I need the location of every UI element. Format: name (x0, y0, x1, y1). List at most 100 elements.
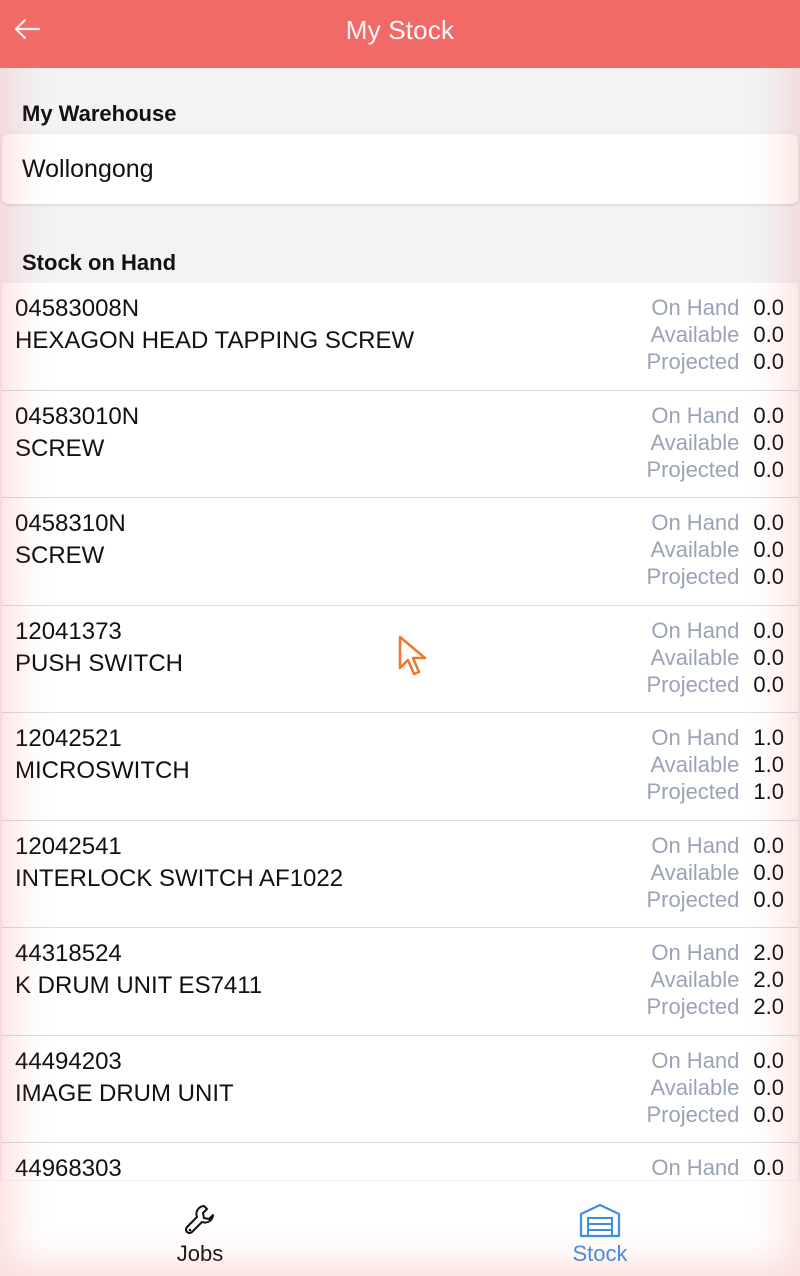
stock-row[interactable]: 12042541 INTERLOCK SWITCH AF1022 On Hand 0.… (2, 821, 798, 928)
item-code: 04583008N (15, 295, 140, 322)
stock-section-label: Stock on Hand (22, 250, 177, 275)
available-label: Available (650, 967, 740, 992)
projected-label: Projected (646, 1101, 740, 1127)
available-label: Available (650, 859, 740, 885)
available-label: Available (650, 429, 740, 455)
wrench-icon (184, 1205, 214, 1235)
projected-value: 2.0 (753, 994, 784, 1019)
stock-list[interactable]: 04583008N HEXAGON HEAD TAPPING SCREW On Ha… (2, 283, 798, 1180)
on-hand-label: On Hand (651, 402, 740, 428)
item-description: PUSH SWITCH (15, 649, 183, 677)
available-value: 2.0 (753, 967, 784, 992)
projected-label: Projected (646, 456, 740, 482)
projected-label: Projected (646, 994, 740, 1019)
available-value: 0.0 (753, 537, 784, 562)
item-code: 12041373 (15, 617, 122, 645)
tab-stock-label: Stock (572, 1241, 628, 1266)
item-stats: On Hand 0.0 Available 0.0 Projected 0.0 (646, 833, 784, 912)
on-hand-label: On Hand (651, 832, 740, 858)
warehouse-selector[interactable]: Wollongong (2, 134, 798, 204)
item-description: MICROSWITCH (15, 757, 190, 784)
projected-label: Projected (646, 671, 740, 697)
item-description: IMAGE DRUM UNIT (15, 1079, 234, 1107)
arrow-left-icon (14, 18, 41, 40)
available-value: 0.0 (753, 644, 784, 670)
item-description: SCREW (15, 542, 105, 569)
item-code: 44318524 (15, 940, 122, 967)
on-hand-value: 0.0 (753, 1047, 784, 1073)
available-value: 0.0 (753, 1074, 784, 1100)
back-button[interactable] (10, 12, 44, 46)
on-hand-label: On Hand (651, 940, 740, 965)
warehouse-icon (579, 1203, 621, 1238)
item-stats: On Hand 2.0 Available 2.0 Projected 2.0 (646, 940, 784, 1019)
stock-row[interactable]: 12042521 MICROSWITCH On Hand 1.0 Available 1.… (2, 713, 798, 821)
item-stats: On Hand 1.0 Available 1.0 Projected 1.0 (646, 725, 784, 804)
projected-value: 0.0 (753, 349, 784, 374)
on-hand-label: On Hand (651, 1155, 740, 1180)
stock-row[interactable]: 44494203 IMAGE DRUM UNIT On Hand 0.0 Availab… (2, 1036, 798, 1143)
on-hand-value: 2.0 (753, 940, 784, 965)
on-hand-value: 0.0 (753, 1155, 784, 1180)
item-code: 0458310N (15, 510, 126, 537)
item-stats: On Hand 0.0 Available 0.0 Projected 0.0 (646, 403, 784, 482)
stock-row[interactable]: 44968303 On Hand 0.0 (2, 1143, 798, 1180)
stock-row[interactable]: 0458310N SCREW On Hand 0.0 Available 0.0 Proje… (2, 498, 798, 606)
item-description: INTERLOCK SWITCH AF1022 (15, 864, 344, 892)
on-hand-label: On Hand (651, 617, 740, 643)
projected-value: 0.0 (753, 886, 784, 912)
projected-value: 1.0 (753, 779, 784, 804)
on-hand-label: On Hand (651, 725, 740, 750)
item-stats: On Hand 0.0 (651, 1155, 784, 1180)
stock-row[interactable]: 04583008N HEXAGON HEAD TAPPING SCREW On Ha… (2, 283, 798, 391)
item-code: 12042521 (15, 725, 122, 752)
available-value: 0.0 (753, 859, 784, 885)
available-value: 1.0 (753, 752, 784, 777)
tab-jobs[interactable]: Jobs (0, 1181, 400, 1276)
projected-label: Projected (646, 349, 740, 374)
projected-value: 0.0 (753, 1101, 784, 1127)
on-hand-value: 0.0 (753, 295, 784, 320)
available-label: Available (650, 752, 740, 777)
on-hand-value: 0.0 (753, 832, 784, 858)
item-description: HEXAGON HEAD TAPPING SCREW (15, 327, 415, 354)
on-hand-value: 1.0 (753, 725, 784, 750)
stock-row[interactable]: 44318524 K DRUM UNIT ES7411 On Hand 2.0 Avai… (2, 928, 798, 1036)
available-value: 0.0 (753, 429, 784, 455)
item-code: 04583010N (15, 402, 140, 430)
item-code: 44494203 (15, 1047, 122, 1075)
item-stats: On Hand 0.0 Available 0.0 Projected 0.0 (646, 510, 784, 589)
tab-stock[interactable]: Stock (400, 1181, 800, 1276)
available-label: Available (650, 1074, 740, 1100)
available-label: Available (650, 644, 740, 670)
item-description: K DRUM UNIT ES7411 (15, 972, 263, 999)
item-stats: On Hand 0.0 Available 0.0 Projected 0.0 (646, 1048, 784, 1127)
on-hand-value: 0.0 (753, 510, 784, 535)
projected-value: 0.0 (753, 456, 784, 482)
available-value: 0.0 (753, 322, 784, 347)
item-description: SCREW (15, 434, 105, 462)
on-hand-value: 0.0 (753, 617, 784, 643)
item-stats: On Hand 0.0 Available 0.0 Projected 0.0 (646, 618, 784, 697)
projected-value: 0.0 (753, 671, 784, 697)
tab-jobs-label: Jobs (176, 1241, 224, 1266)
projected-label: Projected (646, 886, 740, 912)
projected-label: Projected (646, 779, 740, 804)
warehouse-section-label: My Warehouse (22, 101, 177, 126)
warehouse-value: Wollongong (22, 154, 154, 183)
stock-row[interactable]: 04583010N SCREW On Hand 0.0 Available 0.0 Proj… (2, 391, 798, 498)
item-code: 12042541 (15, 832, 122, 860)
projected-label: Projected (646, 564, 740, 589)
on-hand-value: 0.0 (753, 402, 784, 428)
projected-value: 0.0 (753, 564, 784, 589)
mouse-cursor-icon (398, 635, 427, 676)
on-hand-label: On Hand (651, 1047, 740, 1073)
item-code: 44968303 (15, 1155, 122, 1180)
page-title: My Stock (345, 14, 455, 45)
tab-bar: Jobs Stock (0, 1181, 800, 1276)
on-hand-label: On Hand (651, 295, 740, 320)
app-header: My Stock (0, 0, 800, 68)
on-hand-label: On Hand (651, 510, 740, 535)
item-stats: On Hand 0.0 Available 0.0 Projected 0.0 (646, 295, 784, 374)
available-label: Available (650, 537, 740, 562)
